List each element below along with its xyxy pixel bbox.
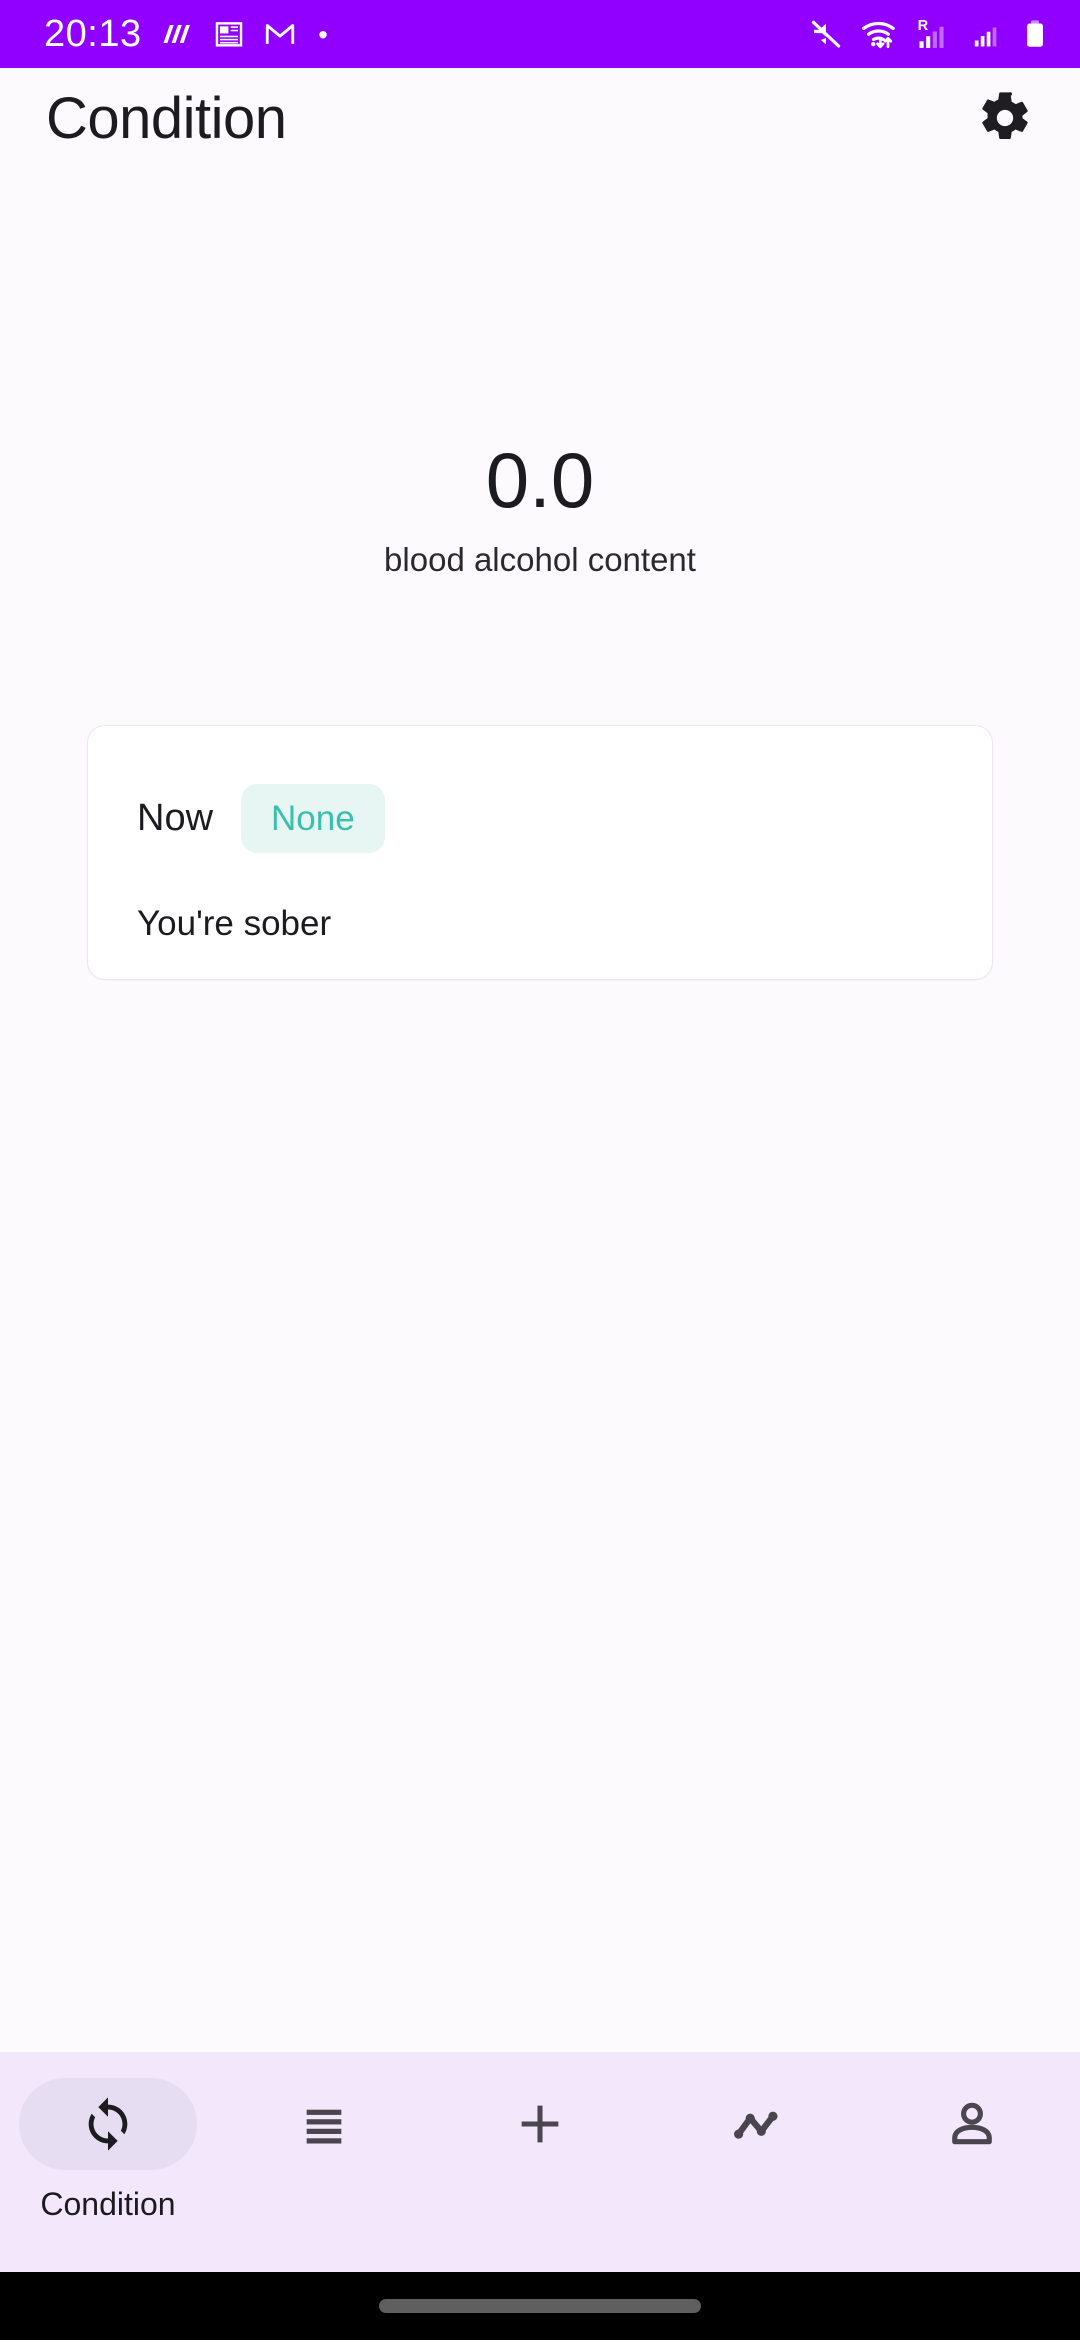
page-title: Condition xyxy=(46,85,287,151)
app-bar: Condition xyxy=(0,68,1080,168)
status-bar-left: 20:13 xyxy=(44,15,332,53)
main-content: 0.0 blood alcohol content Now None You'r… xyxy=(0,168,1080,2052)
nav-item-trends[interactable] xyxy=(648,2078,864,2170)
news-feed-icon xyxy=(215,22,242,47)
gesture-navigation-bar xyxy=(0,2272,1080,2340)
nav-label-condition: Condition xyxy=(40,2186,176,2222)
bac-value: 0.0 xyxy=(485,436,595,524)
condition-time-label: Now xyxy=(137,797,214,839)
svg-text:R: R xyxy=(918,18,929,34)
nav-pill-active xyxy=(19,2078,197,2170)
settings-button[interactable] xyxy=(970,83,1040,153)
m-app-icon xyxy=(163,25,190,43)
nav-pill xyxy=(451,2078,629,2170)
bac-label: blood alcohol content xyxy=(384,541,696,578)
signal-icon xyxy=(974,27,997,47)
gmail-icon xyxy=(265,24,294,44)
bottom-navigation: Condition xyxy=(0,2052,1080,2272)
nav-item-profile[interactable] xyxy=(864,2078,1080,2170)
plus-icon xyxy=(521,2105,559,2143)
gear-icon xyxy=(982,92,1028,139)
nav-item-condition[interactable]: Condition xyxy=(0,2078,216,2223)
sync-refresh-icon xyxy=(88,2097,128,2151)
list-lines-icon xyxy=(306,2109,342,2144)
nav-item-add[interactable] xyxy=(432,2078,648,2170)
gesture-pill[interactable] xyxy=(379,2299,701,2313)
dot-icon xyxy=(318,31,327,39)
condition-description: You're sober xyxy=(137,904,332,943)
nav-item-list[interactable] xyxy=(216,2078,432,2170)
wifi-icon xyxy=(862,21,895,49)
status-bar: 20:13 R xyxy=(0,0,1080,68)
battery-icon xyxy=(1027,20,1043,47)
condition-card-header: Now None xyxy=(137,784,385,853)
roaming-signal-icon: R xyxy=(918,18,944,48)
bac-readout: 0.0 blood alcohol content xyxy=(0,441,1080,579)
nav-pill xyxy=(235,2078,413,2170)
status-badge: None xyxy=(241,784,385,853)
trend-line-icon xyxy=(734,2111,778,2139)
mute-icon xyxy=(811,20,841,48)
nav-pill xyxy=(667,2078,845,2170)
status-bar-clock: 20:13 xyxy=(44,13,142,55)
nav-pill xyxy=(883,2078,1061,2170)
status-bar-right: R xyxy=(808,14,1050,54)
condition-card[interactable]: Now None You're sober xyxy=(87,725,993,980)
person-icon xyxy=(952,2102,992,2145)
phone-screen: 20:13 R Condition 0.0 blood alcohol cont… xyxy=(0,0,1080,2340)
